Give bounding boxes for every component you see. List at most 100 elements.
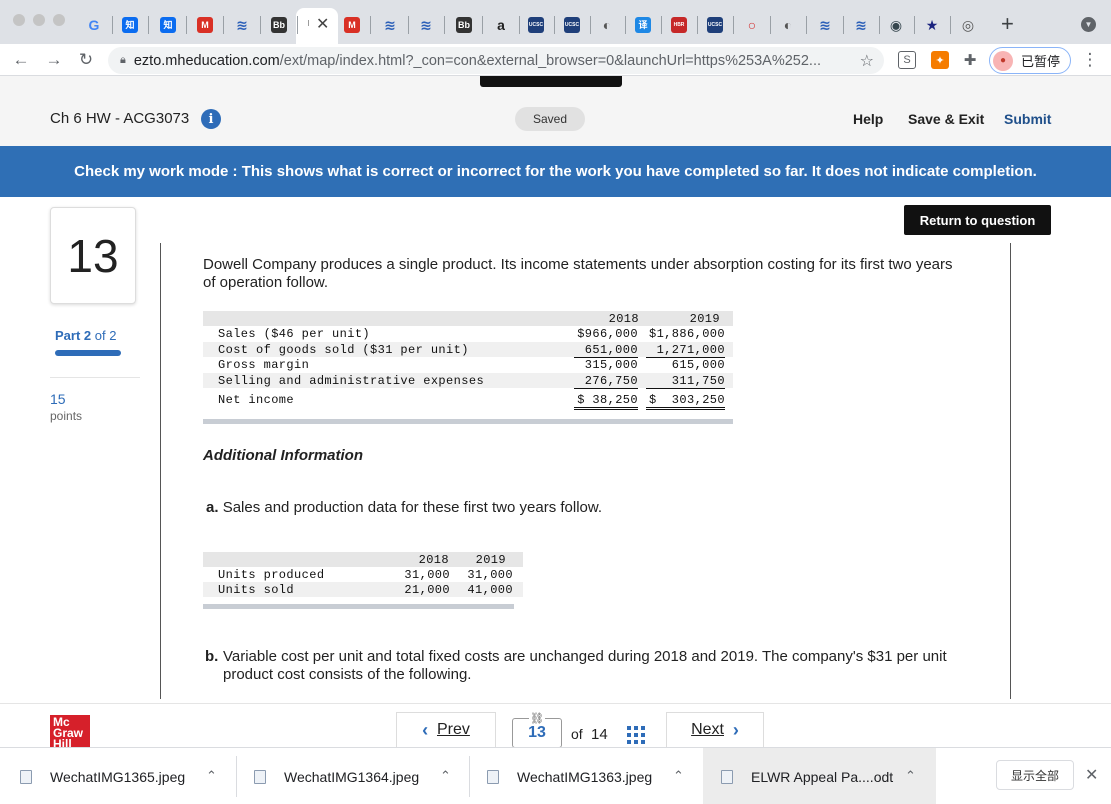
row-label: Gross margin: [218, 358, 310, 372]
return-to-question-button[interactable]: Return to question: [904, 205, 1051, 235]
address-bar[interactable]: 🔒︎ ezto.mheducation.com/ext/map/index.ht…: [108, 47, 884, 74]
extension-orange-icon[interactable]: ✦: [931, 51, 949, 69]
browser-tab[interactable]: ○: [737, 10, 767, 40]
chevron-up-icon[interactable]: ⌃: [206, 768, 217, 784]
profile-status: 已暂停: [1021, 54, 1061, 69]
ucsc-icon: UCSC: [528, 17, 544, 33]
row-label: Units produced: [218, 568, 325, 582]
zhihu-icon: 知: [122, 17, 138, 33]
download-item[interactable]: ELWR Appeal Pa....odt ⌃: [703, 748, 936, 804]
star-icon: ★: [925, 17, 939, 33]
tab-separator: [625, 16, 626, 34]
back-arrow-icon[interactable]: ←: [11, 50, 31, 70]
close-tab-icon[interactable]: ✕: [316, 14, 329, 34]
tab-separator: [661, 16, 662, 34]
browser-tab[interactable]: 知: [115, 10, 145, 40]
badge-icon: ◉: [889, 17, 903, 33]
browser-tab[interactable]: UCSC: [700, 10, 730, 40]
income-statement-table: 2018 2019 Sales ($46 per unit) $966,000 …: [203, 311, 733, 425]
blue-stripes-icon: ≋: [855, 17, 867, 33]
cell-2018: 315,000: [584, 358, 638, 372]
cell-2019: $ 303,250: [646, 393, 725, 410]
info-icon[interactable]: i: [201, 109, 221, 129]
blue-stripes-icon: ≋: [819, 17, 831, 33]
reload-icon[interactable]: ↻: [76, 50, 96, 70]
help-link[interactable]: Help: [853, 111, 883, 127]
total-pages: 14: [591, 726, 608, 743]
browser-tab[interactable]: ≋: [846, 10, 876, 40]
browser-tab[interactable]: ◎: [953, 10, 983, 40]
download-item[interactable]: WechatIMG1365.jpeg ⌃: [20, 748, 236, 804]
cell-2019: 615,000: [671, 358, 725, 372]
zhihu-icon: 知: [160, 17, 176, 33]
browser-tab[interactable]: 知: [153, 10, 183, 40]
new-tab-button[interactable]: +: [1001, 11, 1014, 37]
browser-tab[interactable]: ◐: [592, 10, 622, 40]
grid-view-icon[interactable]: [627, 726, 645, 744]
cell-2019: 41,000: [467, 583, 513, 597]
page-of-label: of: [571, 726, 583, 742]
translate-icon: 译: [635, 17, 651, 33]
browser-tab[interactable]: HBR: [664, 10, 694, 40]
close-window-button[interactable]: [13, 14, 25, 26]
tab-separator: [914, 16, 915, 34]
browser-tab[interactable]: ◉: [881, 10, 911, 40]
tab-search-icon[interactable]: ▼: [1081, 17, 1096, 32]
image-file-icon: [254, 769, 266, 784]
next-button[interactable]: Next ›: [666, 712, 764, 747]
table-row: Selling and administrative expenses 276,…: [203, 373, 733, 389]
chevron-up-icon[interactable]: ⌃: [673, 768, 684, 784]
close-icon[interactable]: ✕: [1085, 765, 1098, 785]
browser-tab[interactable]: ◐: [773, 10, 803, 40]
minimize-window-button[interactable]: [33, 14, 45, 26]
download-item[interactable]: WechatIMG1363.jpeg ⌃: [487, 748, 701, 804]
browser-tab[interactable]: a: [486, 10, 516, 40]
cell-2018: 651,000: [574, 343, 638, 358]
browser-tab[interactable]: ★: [917, 10, 947, 40]
part-a-body: Sales and production data for these firs…: [222, 499, 603, 516]
browser-tab[interactable]: 译: [628, 10, 658, 40]
part-b-letter: b.: [205, 648, 219, 665]
browser-tab[interactable]: Bb: [449, 10, 479, 40]
tab-separator: [590, 16, 591, 34]
save-exit-link[interactable]: Save & Exit: [908, 111, 984, 127]
download-filename: WechatIMG1365.jpeg: [50, 768, 186, 785]
profile-button[interactable]: ● 已暂停: [989, 47, 1071, 74]
additional-information-heading: Additional Information: [203, 447, 363, 464]
browser-tab[interactable]: ≋: [375, 10, 405, 40]
browser-tab[interactable]: G: [79, 10, 109, 40]
browser-tab[interactable]: UCSC: [557, 10, 587, 40]
cell-2018: 21,000: [404, 583, 450, 597]
browser-tab[interactable]: UCSC: [521, 10, 551, 40]
menu-dots-icon[interactable]: ⋮: [1080, 50, 1100, 70]
tab-separator: [297, 16, 298, 34]
active-tab[interactable]: ı ✕: [296, 8, 338, 44]
browser-toolbar: ← → ↻ 🔒︎ ezto.mheducation.com/ext/map/in…: [0, 44, 1111, 76]
show-all-downloads-button[interactable]: 显示全部: [996, 760, 1074, 790]
blue-stripes-icon: ≋: [236, 17, 248, 33]
browser-tab[interactable]: M: [190, 10, 220, 40]
chevron-up-icon[interactable]: ⌃: [440, 768, 451, 784]
prev-button[interactable]: ‹ Prev: [396, 712, 496, 747]
download-item[interactable]: WechatIMG1364.jpeg ⌃: [254, 748, 468, 804]
part-a-letter: a.: [206, 499, 219, 516]
browser-tab[interactable]: M: [337, 10, 367, 40]
extension-s-icon[interactable]: S: [898, 51, 916, 69]
cell-2019: 311,750: [646, 374, 725, 389]
submit-link[interactable]: Submit: [1004, 111, 1051, 127]
chevron-up-icon[interactable]: ⌃: [905, 768, 916, 784]
browser-tab[interactable]: ≋: [227, 10, 257, 40]
browser-tab[interactable]: Bb: [264, 10, 294, 40]
ucsc-icon: UCSC: [707, 17, 723, 33]
url-text[interactable]: ezto.mheducation.com/ext/map/index.html?…: [134, 53, 834, 69]
browser-tab[interactable]: ≋: [411, 10, 441, 40]
extensions-puzzle-icon[interactable]: ✚: [961, 51, 979, 69]
forward-arrow-icon[interactable]: →: [44, 50, 64, 70]
tab-separator: [186, 16, 187, 34]
zoom-window-button[interactable]: [53, 14, 65, 26]
bookmark-star-icon[interactable]: ☆: [860, 51, 874, 71]
cell-2018: 276,750: [574, 374, 638, 389]
browser-tab[interactable]: ≋: [810, 10, 840, 40]
tab-separator: [260, 16, 261, 34]
content-border-right: [1010, 243, 1011, 699]
